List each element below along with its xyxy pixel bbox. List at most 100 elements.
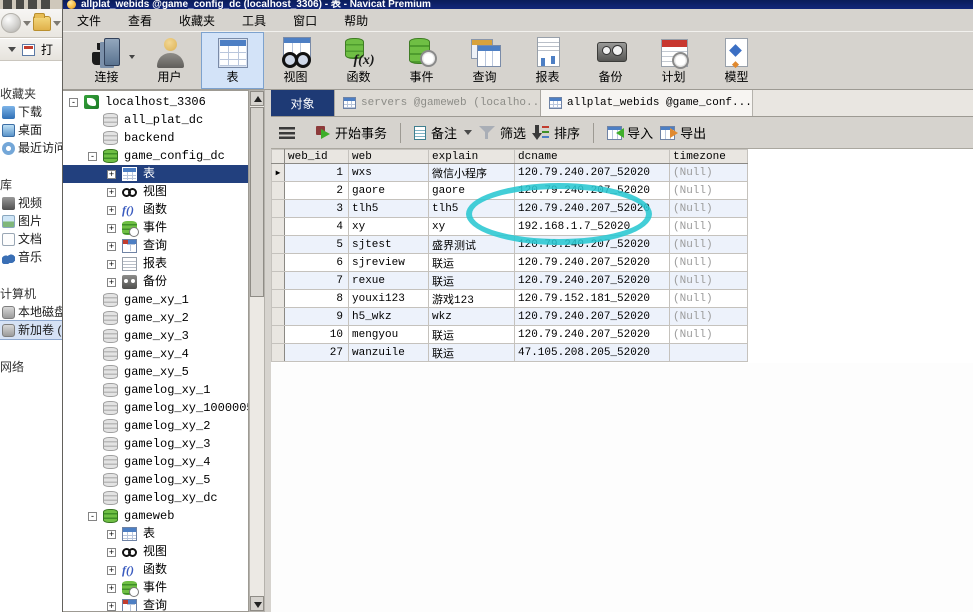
cell-dcname[interactable]: 120.79.152.181_52020 [515, 290, 670, 308]
tree-item[interactable]: game_xy_2 [63, 309, 248, 327]
cell-timezone[interactable]: (Null) [670, 326, 748, 344]
cell-dcname[interactable]: 120.79.240.207_52020 [515, 254, 670, 272]
menu-hamburger-icon[interactable] [279, 127, 295, 139]
tree-item[interactable]: gamelog_xy_4 [63, 453, 248, 471]
cell-timezone[interactable]: (Null) [670, 236, 748, 254]
cell-explain[interactable]: 联运 [429, 272, 515, 290]
tree-expand-toggle[interactable]: - [69, 98, 78, 107]
cell-web-id[interactable]: 27 [285, 344, 349, 362]
cell-explain[interactable]: 联运 [429, 254, 515, 272]
explorer-item[interactable]: 网络 [0, 358, 62, 376]
tree-expand-toggle[interactable]: + [107, 242, 116, 251]
cell-web-id[interactable]: 4 [285, 218, 349, 236]
menu-item[interactable]: 文件 [77, 12, 101, 29]
cell-web[interactable]: gaore [349, 182, 429, 200]
row-selector-cell[interactable] [272, 326, 285, 344]
cell-explain[interactable]: 游戏123 [429, 290, 515, 308]
table-row[interactable]: 5 sjtest 盛界测试 120.79.240.207_52020 (Null… [272, 236, 748, 254]
cell-timezone[interactable]: (Null) [670, 254, 748, 272]
explorer-item[interactable]: 库 [0, 176, 62, 194]
tree-expand-toggle[interactable]: - [88, 152, 97, 161]
cell-timezone[interactable]: (Null) [670, 272, 748, 290]
tree-item[interactable]: all_plat_dc [63, 111, 248, 129]
tree-expand-toggle[interactable]: + [107, 566, 116, 575]
menu-item[interactable]: 工具 [242, 12, 266, 29]
tree-item[interactable]: gamelog_xy_1 [63, 381, 248, 399]
tree-item[interactable]: + 事件 [63, 579, 248, 597]
tree-expand-toggle[interactable]: + [107, 188, 116, 197]
table-row[interactable]: 10 mengyou 联运 120.79.240.207_52020 (Null… [272, 326, 748, 344]
tree-item[interactable]: + 查询 [63, 237, 248, 255]
tree-item[interactable]: backend [63, 129, 248, 147]
cell-dcname[interactable]: 47.105.208.205_52020 [515, 344, 670, 362]
cell-dcname[interactable]: 192.168.1.7_52020 [515, 218, 670, 236]
cell-web-id[interactable]: 7 [285, 272, 349, 290]
cell-dcname[interactable]: 120.79.240.207_52020 [515, 200, 670, 218]
note-button[interactable]: 备注 [414, 123, 472, 142]
explorer-item[interactable]: 新加卷 (D [0, 321, 62, 339]
grid-column-header[interactable]: timezone [670, 150, 748, 164]
cell-web-id[interactable]: 6 [285, 254, 349, 272]
scrollbar-thumb[interactable] [250, 107, 264, 297]
chevron-down-icon[interactable] [464, 130, 472, 135]
tree-item[interactable]: gamelog_xy_1000005 [63, 399, 248, 417]
tree-expand-toggle[interactable]: + [107, 170, 116, 179]
tree-item[interactable]: + 视图 [63, 543, 248, 561]
toolbar-button[interactable]: 视图 [264, 32, 327, 89]
row-selector-cell[interactable] [272, 308, 285, 326]
tab[interactable]: allplat_webids @game_conf... [541, 90, 753, 116]
tree-expand-toggle[interactable]: + [107, 278, 116, 287]
cell-dcname[interactable]: 120.79.240.207_52020 [515, 164, 670, 182]
cell-dcname[interactable]: 120.79.240.207_52020 [515, 236, 670, 254]
explorer-item[interactable]: 音乐 [0, 248, 62, 266]
menu-item[interactable]: 查看 [128, 12, 152, 29]
toolbar-button[interactable]: 事件 [390, 32, 453, 89]
scroll-down-button[interactable] [250, 596, 264, 611]
tree-expand-toggle[interactable]: + [107, 530, 116, 539]
cell-timezone[interactable]: (Null) [670, 218, 748, 236]
back-button[interactable] [1, 13, 21, 33]
cell-explain[interactable]: tlh5 [429, 200, 515, 218]
cell-explain[interactable]: 微信小程序 [429, 164, 515, 182]
toolbar-button[interactable]: 计划 [642, 32, 705, 89]
cell-web-id[interactable]: 9 [285, 308, 349, 326]
grid-column-header[interactable]: explain [429, 150, 515, 164]
tree-expand-toggle[interactable]: + [107, 584, 116, 593]
row-selector-cell[interactable] [272, 182, 285, 200]
tree-expand-toggle[interactable]: - [88, 512, 97, 521]
begin-transaction-button[interactable]: 开始事务 [316, 123, 387, 142]
cell-web[interactable]: youxi123 [349, 290, 429, 308]
tree-item[interactable]: game_xy_3 [63, 327, 248, 345]
open-label[interactable]: 打 [41, 41, 53, 58]
cell-explain[interactable]: xy [429, 218, 515, 236]
cell-dcname[interactable]: 120.79.240.207_52020 [515, 182, 670, 200]
sort-button[interactable]: 排序 [533, 123, 580, 142]
grid-column-header[interactable]: dcname [515, 150, 670, 164]
tree-item[interactable]: + 事件 [63, 219, 248, 237]
grid-column-header[interactable]: web_id [285, 150, 349, 164]
table-row[interactable]: 3 tlh5 tlh5 120.79.240.207_52020 (Null) [272, 200, 748, 218]
tree-item[interactable]: + 函数 [63, 561, 248, 579]
export-button[interactable]: 导出 [660, 123, 706, 142]
toolbar-button[interactable]: 用户 [138, 32, 201, 89]
chevron-down-icon[interactable] [53, 21, 61, 26]
row-selector-cell[interactable] [272, 218, 285, 236]
explorer-item[interactable]: 文档 [0, 230, 62, 248]
cell-timezone[interactable]: (Null) [670, 290, 748, 308]
toolbar-button[interactable]: 报表 [516, 32, 579, 89]
tree-item[interactable]: gamelog_xy_dc [63, 489, 248, 507]
table-row[interactable]: 9 h5_wkz wkz 120.79.240.207_52020 (Null) [272, 308, 748, 326]
cell-web-id[interactable]: 5 [285, 236, 349, 254]
toolbar-button[interactable]: 连接 [75, 32, 138, 89]
cell-web-id[interactable]: 2 [285, 182, 349, 200]
cell-web[interactable]: xy [349, 218, 429, 236]
cell-web-id[interactable]: 1 [285, 164, 349, 182]
cell-explain[interactable]: 联运 [429, 344, 515, 362]
explorer-item[interactable]: 收藏夹 [0, 85, 62, 103]
cell-explain[interactable]: gaore [429, 182, 515, 200]
explorer-item[interactable]: 最近访问的 [0, 139, 62, 157]
menu-item[interactable]: 窗口 [293, 12, 317, 29]
folder-icon[interactable] [33, 16, 51, 31]
chevron-down-icon[interactable] [8, 47, 16, 52]
cell-web[interactable]: rexue [349, 272, 429, 290]
